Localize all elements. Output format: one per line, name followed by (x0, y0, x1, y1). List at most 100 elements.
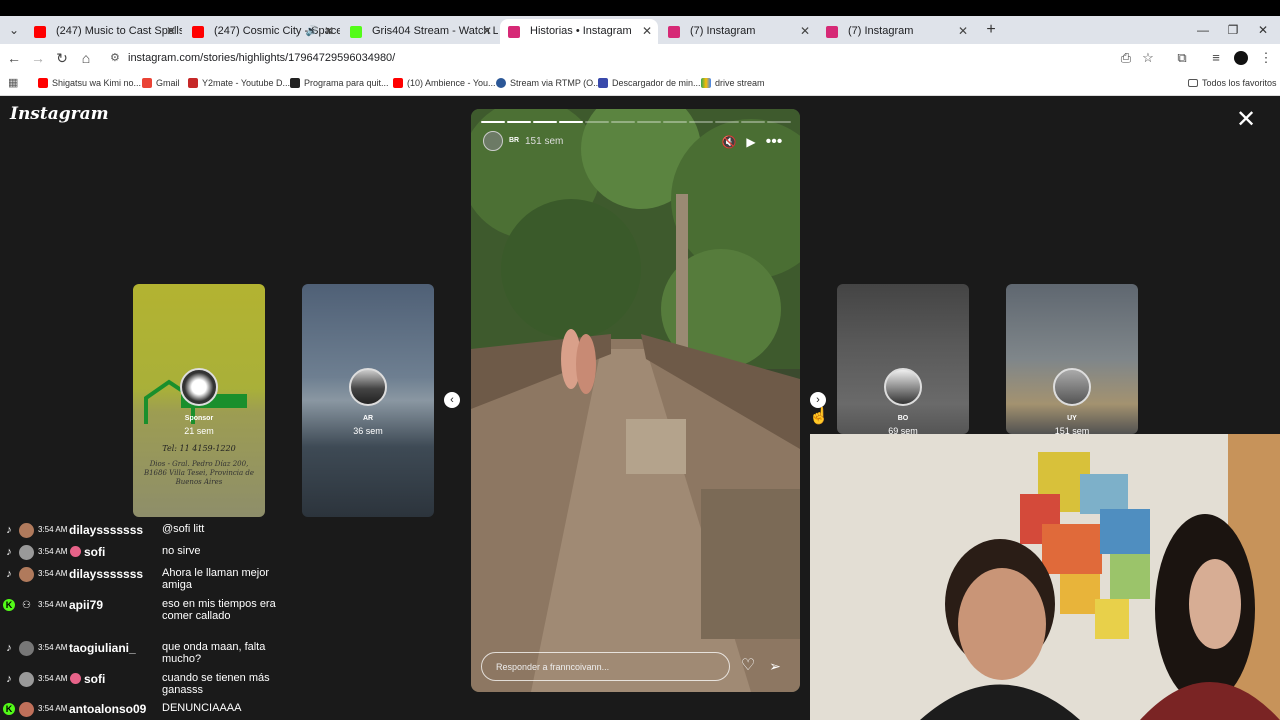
url-input[interactable]: ⚙ instagram.com/stories/highlights/17964… (104, 47, 1164, 69)
chat-text: Ahora le llaman mejor amiga (162, 567, 269, 591)
chat-text: eso en mis tiempos era comer callado (162, 598, 276, 622)
tab-close-icon[interactable]: ✕ (800, 19, 810, 44)
sponsor-address: Dios - Gral. Pedro Díaz 200, B1686 Villa… (143, 460, 255, 486)
side-story-bo[interactable]: BO 69 sem (837, 284, 969, 434)
story-progress-bar (481, 121, 791, 123)
chat-text: no sirve (162, 545, 201, 557)
stream-chat-overlay: ♪ 3:54 AM dilaysssssss @sofi litt ♪ 3:54… (0, 520, 300, 720)
side-story-sponsor[interactable]: Sponsor 21 sem Tel: 11 4159-1220 Dios - … (133, 284, 265, 517)
downloader-icon (598, 78, 608, 88)
bookmark-3[interactable]: Programa para quit... (290, 72, 389, 96)
chat-username: sofi (84, 545, 106, 559)
tab-2[interactable]: Gris404 Stream - Watch Live on ✕ (342, 19, 498, 44)
play-icon[interactable]: ▶ (742, 133, 760, 151)
tab-0[interactable]: (247) Music to Cast Spells | Epic ✕ (26, 19, 182, 44)
story-age: 21 sem (184, 426, 214, 436)
kick-icon: K (3, 599, 15, 611)
reply-input[interactable]: Responder a franncoivann... (481, 652, 730, 681)
story-timestamp: 151 sem (525, 136, 564, 147)
story-username[interactable]: BR (509, 137, 519, 144)
apps-grid-icon[interactable]: ▦ (8, 77, 20, 89)
tab-bar: ⌄ (247) Music to Cast Spells | Epic ✕ (2… (0, 16, 1280, 44)
reload-icon[interactable]: ↻ (52, 48, 72, 68)
progress-segment (767, 121, 791, 123)
bookmark-4[interactable]: (10) Ambience - You... (393, 72, 496, 96)
chat-text: DENUNCIAAAA (162, 702, 242, 714)
story-name: UY (1067, 415, 1077, 422)
main-story[interactable]: BR 151 sem 🔇 ▶ ••• Responder a franncoiv… (471, 109, 800, 692)
site-info-icon[interactable]: ⚙ (110, 51, 120, 64)
tab-5[interactable]: (7) Instagram ✕ (818, 19, 974, 44)
chat-time: 3:54 AM (38, 704, 68, 713)
webcam-overlay (810, 434, 1280, 720)
tab-close-icon[interactable]: ✕ (482, 19, 492, 44)
bookmark-label: Gmail (156, 78, 180, 88)
instagram-logo[interactable]: Instagram (10, 104, 109, 124)
tiktok-icon: ♪ (6, 546, 12, 558)
menu-icon[interactable]: ⋮ (1256, 48, 1276, 68)
tab-close-icon[interactable]: ✕ (324, 19, 334, 44)
side-story-ar[interactable]: AR 36 sem (302, 284, 434, 517)
user-badge-icon (70, 673, 81, 684)
bookmark-2[interactable]: Y2mate - Youtube D... (188, 72, 290, 96)
bookmark-label: Shigatsu wa Kimi no... (52, 78, 142, 88)
window-close-icon[interactable]: ✕ (1248, 20, 1278, 40)
story-avatar (884, 368, 922, 406)
extensions-icon[interactable]: ⧉ (1172, 48, 1192, 68)
chat-text: cuando se tienen más ganasss (162, 672, 270, 696)
profile-avatar[interactable] (1234, 51, 1248, 65)
avatar (19, 567, 34, 582)
bookmark-1[interactable]: Gmail (142, 72, 180, 96)
back-icon[interactable]: ← (4, 48, 24, 68)
forward-icon[interactable]: → (28, 48, 48, 68)
chat-time: 3:54 AM (38, 547, 68, 556)
screen: { "tabs": [ {"title": "(247) Music to Ca… (0, 0, 1280, 720)
bookmark-label: Programa para quit... (304, 78, 389, 88)
bookmark-label: Y2mate - Youtube D... (202, 78, 291, 88)
side-story-uy[interactable]: UY 151 sem (1006, 284, 1138, 434)
bookmark-7[interactable]: drive stream (701, 72, 765, 96)
restore-icon[interactable]: ❐ (1218, 20, 1248, 40)
tab-close-icon[interactable]: ✕ (958, 19, 968, 44)
tab-search-icon[interactable]: ⌄ (4, 20, 24, 40)
tab-1[interactable]: (247) Cosmic City - Space M 🔊 ✕ (184, 19, 340, 44)
avatar (19, 702, 34, 717)
progress-segment (637, 121, 661, 123)
new-tab-button[interactable]: + (980, 19, 1002, 41)
more-options-icon[interactable]: ••• (765, 133, 783, 151)
avatar (19, 545, 34, 560)
webcam-video (810, 434, 1280, 720)
kick-icon (350, 26, 362, 38)
sponsor-phone: Tel: 11 4159-1220 (162, 444, 236, 453)
progress-segment (507, 121, 531, 123)
bookmark-5[interactable]: Stream via RTMP (O... (496, 72, 601, 96)
previous-story-arrow-icon[interactable]: ‹ (444, 392, 460, 408)
tab-close-icon[interactable]: ✕ (642, 19, 652, 44)
bookmark-star-icon[interactable]: ☆ (1138, 48, 1158, 68)
speaker-icon[interactable]: 🔊 (306, 19, 318, 44)
chat-username: sofi (84, 672, 106, 686)
bookmark-label: Descargador de min... (612, 78, 701, 88)
youtube-icon (192, 26, 204, 38)
tab-4[interactable]: (7) Instagram ✕ (660, 19, 816, 44)
tiktok-icon: ♪ (6, 568, 12, 580)
hand-cursor-icon: ☝ (809, 408, 829, 425)
close-stories-icon[interactable]: ✕ (1234, 108, 1258, 132)
bookmark-6[interactable]: Descargador de min... (598, 72, 701, 96)
mute-icon[interactable]: 🔇 (720, 133, 738, 151)
tab-close-icon[interactable]: ✕ (166, 19, 176, 44)
media-control-icon[interactable]: ≡ (1206, 48, 1226, 68)
chat-username: taogiuliani_ (69, 641, 136, 655)
story-age: 69 sem (888, 426, 918, 434)
like-heart-icon[interactable]: ♡ (737, 655, 759, 677)
minimize-icon[interactable]: — (1188, 20, 1218, 40)
send-icon[interactable]: ➢ (764, 655, 786, 677)
chat-username: apii79 (69, 598, 104, 612)
install-app-icon[interactable]: ⎙ (1116, 48, 1136, 68)
story-user-avatar[interactable] (483, 131, 503, 151)
bookmark-0[interactable]: Shigatsu wa Kimi no... (38, 72, 141, 96)
progress-segment (741, 121, 765, 123)
tab-3[interactable]: Historias • Instagram ✕ (500, 19, 658, 44)
home-icon[interactable]: ⌂ (76, 48, 96, 68)
all-bookmarks[interactable]: Todos los favoritos (1188, 72, 1277, 96)
